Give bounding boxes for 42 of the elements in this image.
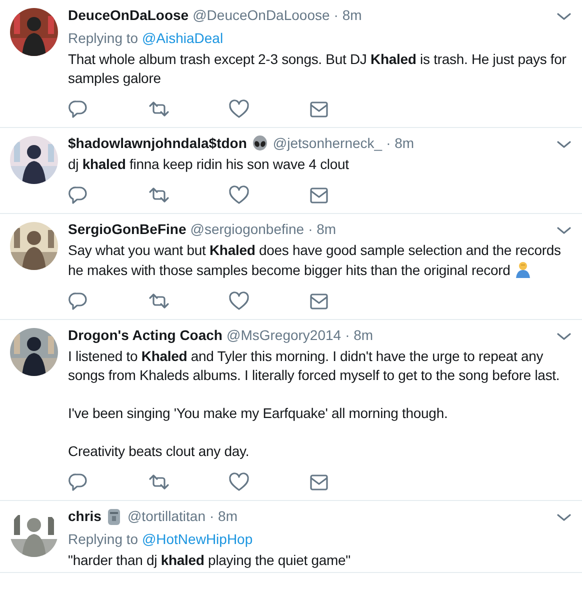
reply-user-link[interactable]: @AishiaDeal <box>142 30 224 46</box>
reply-icon[interactable] <box>68 472 90 492</box>
tweet-text: I've been singing 'You make my Earfquake' all morning though. <box>68 404 449 423</box>
retweet-icon[interactable] <box>148 99 170 119</box>
tweet-text: Creativity beats clout any day. <box>68 442 250 461</box>
timestamp[interactable]: · 8m <box>334 6 362 25</box>
like-icon[interactable] <box>228 472 250 492</box>
user-handle[interactable]: @tortillatitan <box>127 507 206 526</box>
replying-label: Replying to <box>68 531 138 547</box>
user-name[interactable]: DeuceOnDaLoose <box>68 6 189 25</box>
reply-user-link[interactable]: @HotNewHipHop <box>142 531 253 547</box>
tweet-text: dj khaled finna keep ridin his son wave 4 clout <box>68 155 350 174</box>
user-handle[interactable]: @MsGregory2014 <box>226 326 342 345</box>
tweet-text: That whole album trash except 2-3 songs. But DJ Khaled is trash. He just pays for samples galore <box>68 50 568 88</box>
user-name[interactable]: SergioGonBeFine <box>68 220 186 239</box>
retweet-icon[interactable] <box>148 472 170 492</box>
reply-icon[interactable] <box>68 99 90 119</box>
reply-icon[interactable] <box>68 185 90 205</box>
user-handle[interactable]: @sergiogonbefine <box>190 220 304 239</box>
retweet-icon[interactable] <box>148 291 170 311</box>
tweet-text: Say what you want but Khaled does have good sample selection and the records he makes with those samples become bigger hits than the original record <box>68 241 562 280</box>
envelope-icon[interactable] <box>308 99 330 119</box>
envelope-icon[interactable] <box>308 291 330 311</box>
tweet-text: "harder than dj khaled playing the quiet game" <box>68 551 352 570</box>
user-name[interactable]: chris <box>68 507 102 526</box>
like-icon[interactable] <box>228 99 250 119</box>
user-handle[interactable]: @DeuceOnDaLooose <box>192 6 330 25</box>
tweet-text: I listened to Khaled and Tyler this morning. I didn't have the urge to repeat any songs from Khaleds albums. I literally forced myself to get to the song before last. <box>68 347 561 385</box>
like-icon[interactable] <box>228 291 250 311</box>
user-name[interactable]: $hadowlawnjohndala$tdon <box>68 134 247 153</box>
user-name[interactable]: Drogon's Acting Coach <box>68 326 222 345</box>
envelope-icon[interactable] <box>308 472 330 492</box>
timestamp[interactable]: · 8m <box>210 507 238 526</box>
replying-label: Replying to <box>68 30 138 46</box>
like-icon[interactable] <box>228 185 250 205</box>
timestamp[interactable]: · 8m <box>345 326 374 345</box>
envelope-icon[interactable] <box>308 185 330 205</box>
user-handle[interactable]: @jetsonherneck_ <box>272 134 382 153</box>
reply-icon[interactable] <box>68 291 90 311</box>
retweet-icon[interactable] <box>148 185 170 205</box>
timestamp[interactable]: · 8m <box>308 220 336 239</box>
timestamp[interactable]: · 8m <box>386 134 414 153</box>
